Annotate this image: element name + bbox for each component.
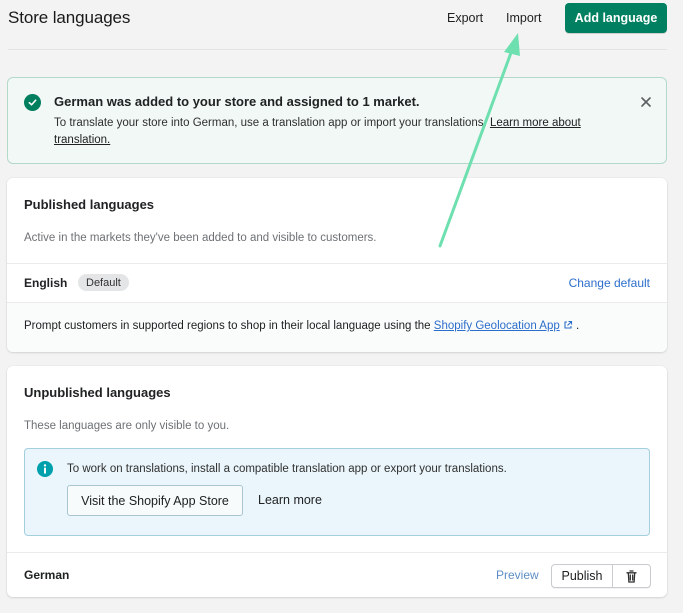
language-name-german: German bbox=[24, 568, 70, 582]
unpublished-languages-subtitle: These languages are only visible to you. bbox=[24, 420, 230, 432]
geolocation-suffix: . bbox=[575, 320, 580, 332]
preview-link[interactable]: Preview bbox=[496, 568, 539, 582]
header-divider bbox=[8, 49, 667, 50]
language-name-english: English bbox=[24, 276, 68, 290]
learn-more-link[interactable]: Learn more bbox=[258, 493, 322, 507]
geolocation-text: Prompt customers in supported regions to… bbox=[24, 320, 579, 332]
geolocation-prompt: Prompt customers in supported regions to… bbox=[24, 320, 431, 332]
default-badge: Default bbox=[78, 274, 129, 291]
trash-icon bbox=[626, 569, 637, 583]
info-icon bbox=[37, 461, 53, 477]
row-divider bbox=[7, 263, 667, 264]
translation-info-banner: To work on translations, install a compa… bbox=[24, 448, 650, 536]
geolocation-row: Prompt customers in supported regions to… bbox=[7, 303, 667, 352]
geolocation-app-link[interactable]: Shopify Geolocation App bbox=[434, 320, 573, 332]
change-default-link[interactable]: Change default bbox=[569, 276, 650, 290]
add-language-button[interactable]: Add language bbox=[565, 3, 667, 33]
check-circle-icon bbox=[24, 94, 41, 111]
row-divider bbox=[7, 552, 667, 553]
publish-button-group: Publish bbox=[551, 564, 651, 588]
unpublished-languages-card: Unpublished languages These languages ar… bbox=[7, 366, 667, 597]
close-icon[interactable] bbox=[640, 95, 652, 107]
success-banner: German was added to your store and assig… bbox=[7, 77, 667, 164]
published-languages-title: Published languages bbox=[24, 197, 155, 212]
banner-body-text: To translate your store into German, use… bbox=[54, 117, 487, 129]
export-button[interactable]: Export bbox=[447, 11, 483, 25]
unpublished-languages-title: Unpublished languages bbox=[24, 385, 171, 400]
published-languages-subtitle: Active in the markets they've been added… bbox=[24, 232, 377, 244]
publish-button[interactable]: Publish bbox=[552, 565, 613, 587]
published-languages-card: Published languages Active in the market… bbox=[7, 178, 667, 352]
import-button[interactable]: Import bbox=[506, 11, 541, 25]
visit-app-store-button[interactable]: Visit the Shopify App Store bbox=[67, 485, 243, 516]
page-title: Store languages bbox=[8, 8, 131, 27]
page-header: Store languages Export Import Add langua… bbox=[0, 0, 683, 50]
info-text: To work on translations, install a compa… bbox=[67, 463, 507, 475]
banner-title: German was added to your store and assig… bbox=[54, 94, 420, 109]
delete-button[interactable] bbox=[613, 565, 650, 587]
external-link-icon bbox=[564, 320, 572, 329]
banner-body: To translate your store into German, use… bbox=[54, 115, 624, 149]
geolocation-app-link-label: Shopify Geolocation App bbox=[433, 320, 560, 332]
